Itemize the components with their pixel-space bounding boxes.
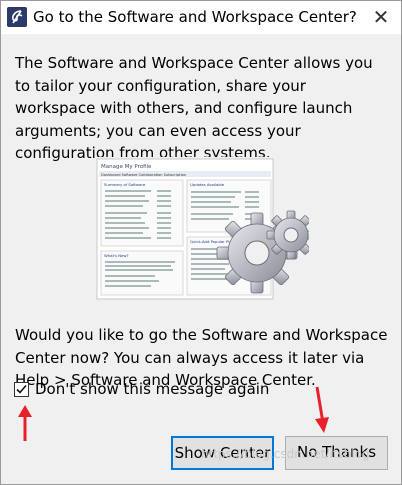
close-icon: ✕ [372, 5, 390, 29]
annotation-arrow-icon [315, 386, 329, 433]
app-logo-icon [7, 7, 27, 27]
illustration-summary: Summary of Software [104, 182, 146, 187]
dont-show-again-label[interactable]: Don't show this message again [35, 380, 269, 398]
title-bar: Go to the Software and Workspace Center?… [1, 1, 401, 34]
dialog-window: Go to the Software and Workspace Center?… [0, 0, 402, 485]
dialog-body: The Software and Workspace Center allows… [1, 34, 401, 484]
watermark: https://blog.csdn.net/itsblog [201, 447, 370, 461]
dont-show-again-checkbox[interactable] [14, 381, 29, 397]
illustration-header: Manage My Profile [101, 164, 152, 170]
checkmark-icon [16, 384, 27, 394]
illustration-updates: Updates Available [190, 182, 225, 187]
illustration-whats-new: What's New? [104, 253, 129, 258]
window-title: Go to the Software and Workspace Center? [33, 8, 357, 26]
dont-show-again-row[interactable]: Don't show this message again [14, 378, 269, 400]
annotation-arrow-icon [18, 405, 32, 441]
close-button[interactable]: ✕ [361, 1, 401, 34]
illustration-tabs: Dashboard Software Collaboration Subscri… [101, 173, 186, 177]
software-center-illustration: Manage My Profile Dashboard Software Col… [95, 157, 309, 335]
intro-text: The Software and Workspace Center allows… [15, 54, 373, 162]
